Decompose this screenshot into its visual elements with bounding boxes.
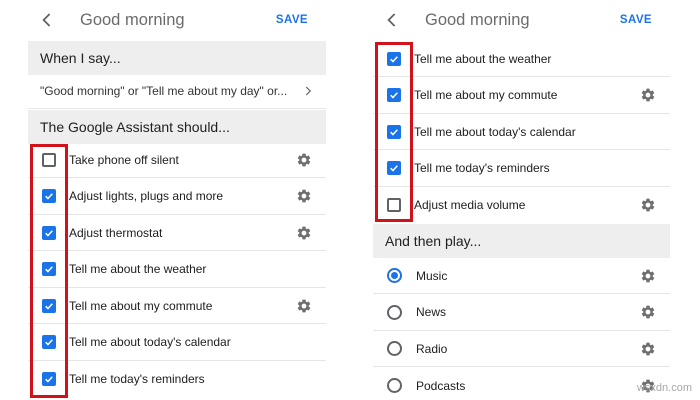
watermark: wsxdn.com [636, 382, 692, 394]
left-screen: Good morning SAVE When I say... "Good mo… [28, 0, 326, 400]
page-title: Good morning [425, 10, 530, 29]
gear-icon[interactable] [640, 268, 656, 284]
gear-icon[interactable] [296, 298, 312, 314]
trigger-phrases-row[interactable]: "Good morning" or "Tell me about my day"… [28, 73, 326, 109]
action-label: Tell me today's reminders [69, 372, 205, 386]
back-button[interactable] [28, 0, 66, 40]
app-bar: Good morning SAVE [28, 0, 326, 40]
action-label: Tell me about my commute [69, 298, 213, 313]
action-row[interactable]: Tell me about the weather [28, 252, 326, 288]
action-row[interactable]: Tell me about my commute [28, 288, 326, 324]
section-header-when: When I say... [28, 41, 326, 75]
action-row[interactable]: Tell me today's reminders [28, 361, 326, 397]
action-label: Tell me about my commute [414, 88, 558, 102]
action-label: Adjust lights, plugs and more [69, 189, 224, 203]
app-bar: Good morning SAVE [373, 0, 670, 40]
action-row[interactable]: Tell me about my commute [373, 78, 670, 114]
trigger-phrases-text: "Good morning" or "Tell me about my day"… [40, 83, 288, 98]
media-option-label: Music [416, 268, 448, 283]
action-row[interactable]: Take phone off silent [28, 142, 326, 178]
section-header-assistant: The Google Assistant should... [28, 110, 326, 144]
radio-selected[interactable] [387, 268, 402, 283]
radio-unselected[interactable] [387, 378, 402, 393]
media-option-row[interactable]: Radio [373, 331, 670, 367]
gear-icon[interactable] [296, 152, 312, 168]
action-label: Tell me about the weather [414, 51, 552, 66]
gear-icon[interactable] [296, 225, 312, 241]
action-label: Adjust media volume [414, 198, 526, 212]
gear-icon[interactable] [640, 197, 656, 213]
radio-unselected[interactable] [387, 304, 402, 320]
media-option-row[interactable]: Music [373, 258, 670, 294]
checkbox-column-highlight [375, 42, 413, 222]
right-screen: Good morning SAVE Tell me about the weat… [373, 0, 670, 400]
action-label: Tell me about the weather [69, 262, 207, 276]
gear-icon[interactable] [640, 87, 656, 103]
gear-icon[interactable] [640, 341, 656, 357]
action-label: Tell me about today's calendar [69, 335, 231, 349]
media-option-row[interactable]: Podcasts [373, 368, 670, 400]
checkbox-column-highlight [30, 144, 68, 398]
save-button[interactable]: SAVE [276, 14, 308, 26]
gear-icon[interactable] [296, 188, 312, 204]
media-option-label: News [416, 305, 447, 319]
media-option-row[interactable]: News [373, 295, 670, 331]
action-label: Take phone off silent [69, 152, 179, 167]
action-row[interactable]: Adjust thermostat [28, 215, 326, 251]
action-label: Tell me about today's calendar [414, 124, 576, 139]
action-row[interactable]: Adjust media volume [373, 187, 670, 223]
page-title: Good morning [80, 10, 185, 29]
arrow-back-icon [387, 13, 396, 27]
action-row[interactable]: Tell me today's reminders [373, 151, 670, 187]
media-option-label: Podcasts [416, 378, 466, 393]
action-row[interactable]: Tell me about today's calendar [373, 114, 670, 150]
action-row[interactable]: Tell me about today's calendar [28, 325, 326, 361]
section-header-then-play: And then play... [373, 224, 670, 258]
gear-icon[interactable] [640, 304, 656, 320]
action-row[interactable]: Tell me about the weather [373, 41, 670, 77]
chevron-right-icon [305, 86, 312, 95]
radio-unselected[interactable] [387, 341, 402, 356]
action-row[interactable]: Adjust lights, plugs and more [28, 179, 326, 215]
arrow-back-icon [42, 13, 51, 27]
action-label: Tell me today's reminders [414, 161, 550, 175]
media-option-label: Radio [416, 341, 448, 356]
action-label: Adjust thermostat [69, 225, 163, 240]
back-button[interactable] [373, 0, 411, 40]
save-button[interactable]: SAVE [620, 14, 652, 26]
